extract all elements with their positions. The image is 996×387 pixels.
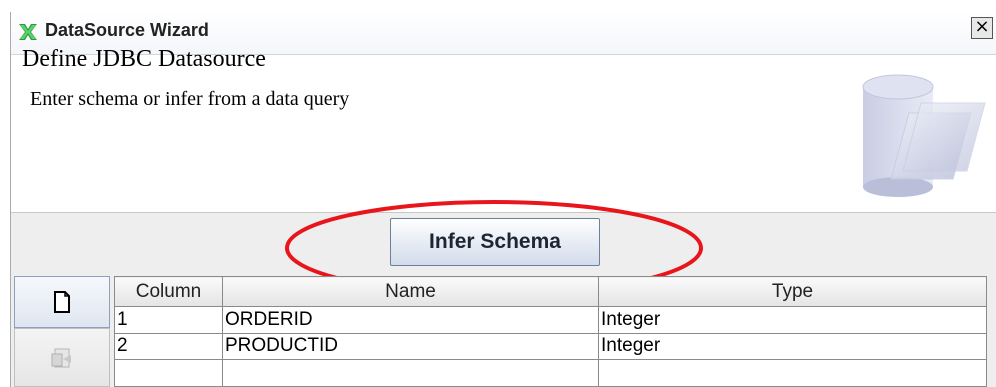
new-column-button[interactable] (14, 276, 110, 328)
new-document-icon (54, 291, 70, 313)
page-subtitle: Enter schema or infer from a data query (30, 88, 350, 110)
cell-type[interactable]: Integer (598, 306, 987, 334)
cell-column[interactable]: 2 (114, 332, 223, 361)
window-title: DataSource Wizard (45, 20, 209, 40)
cell-type[interactable]: Integer (598, 332, 987, 361)
table-row[interactable]: 1 ORDERID Integer (114, 306, 987, 334)
properties-icon (51, 348, 71, 367)
cell-column[interactable] (114, 359, 223, 387)
page-title: Define JDBC Datasource (22, 46, 266, 72)
column-header-column[interactable]: Column (114, 276, 223, 307)
cell-column[interactable]: 1 (114, 306, 223, 334)
table-header-row: Column Name Type (114, 276, 987, 307)
cell-name[interactable]: ORDERID (222, 306, 599, 334)
cell-type[interactable] (598, 359, 987, 387)
header-separator (11, 212, 996, 213)
close-icon: × (974, 16, 990, 37)
table-row[interactable]: 2 PRODUCTID Integer (114, 332, 987, 361)
column-properties-button[interactable] (14, 328, 110, 387)
wizard-header (11, 55, 996, 212)
close-button[interactable]: × (971, 17, 993, 39)
infer-schema-button[interactable]: Infer Schema (390, 218, 600, 266)
cell-name[interactable]: PRODUCTID (222, 332, 599, 361)
schema-table: Column Name Type 1 ORDERID Integer 2 PRO… (114, 276, 987, 387)
cell-name[interactable] (222, 359, 599, 387)
datasource-wizard-icon (19, 24, 37, 40)
schema-toolbar (14, 276, 110, 387)
database-folder-icon (862, 74, 986, 197)
table-row[interactable] (114, 359, 987, 387)
column-header-type[interactable]: Type (598, 276, 987, 307)
column-header-name[interactable]: Name (222, 276, 599, 307)
